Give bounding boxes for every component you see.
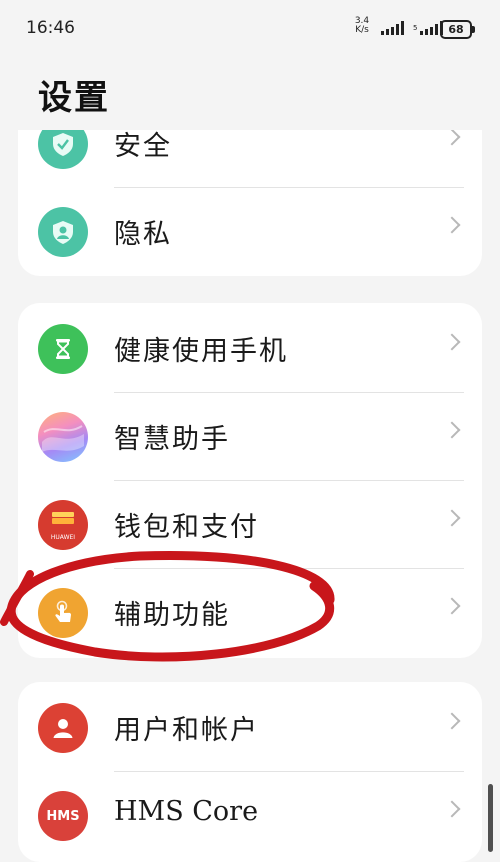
status-time: 16:46 (26, 18, 75, 38)
hms-badge: HMS (46, 808, 80, 824)
wallet-icon: HUAWEI (38, 500, 88, 550)
signal-strength-icon (381, 21, 404, 35)
settings-item-users-accounts[interactable]: 用户和帐户 (18, 684, 482, 772)
settings-item-label: 隐私 (114, 219, 172, 250)
settings-item-smart-assistant[interactable]: 智慧助手 (18, 393, 482, 481)
chevron-right-icon (443, 128, 461, 146)
hand-tap-icon (38, 588, 88, 638)
battery-icon: 68 (440, 20, 475, 39)
chevron-right-icon (443, 800, 461, 818)
signal-sim-label: 5 (413, 24, 418, 32)
privacy-shield-icon (38, 207, 88, 257)
status-bar: 16:46 3.4 K/s 5 68 (0, 0, 500, 58)
network-speed: 3.4 K/s (352, 17, 372, 35)
settings-item-wallet-payment[interactable]: HUAWEI 钱包和支付 (18, 481, 482, 569)
settings-item-label: 辅助功能 (114, 600, 230, 631)
user-icon (38, 703, 88, 753)
chevron-right-icon (443, 509, 461, 527)
signal-strength-2-icon: 5 (413, 21, 444, 35)
page-title: 设置 (38, 78, 110, 118)
settings-group-services: 健康使用手机 智慧助手 HUAWEI 钱包和支付 辅助功能 (18, 303, 482, 658)
chevron-right-icon (443, 421, 461, 439)
hourglass-icon (38, 324, 88, 374)
chevron-right-icon (443, 216, 461, 234)
settings-item-label: 用户和帐户 (114, 715, 259, 746)
settings-item-label: 智慧助手 (114, 424, 230, 455)
hms-icon: HMS (38, 791, 88, 841)
settings-group-accounts: 用户和帐户 HMS HMS Core (18, 682, 482, 862)
settings-item-digital-balance[interactable]: 健康使用手机 (18, 305, 482, 393)
wallet-badge: HUAWEI (50, 534, 76, 541)
chevron-right-icon (443, 597, 461, 615)
settings-item-label: 健康使用手机 (114, 336, 288, 367)
chevron-right-icon (443, 712, 461, 730)
settings-item-accessibility[interactable]: 辅助功能 (18, 569, 482, 657)
settings-item-label: 钱包和支付 (114, 512, 259, 543)
network-speed-unit: K/s (355, 25, 369, 35)
settings-item-label: HMS Core (114, 796, 259, 827)
settings-item-hms-core[interactable]: HMS HMS Core (18, 772, 482, 860)
assistant-orb-icon (38, 412, 88, 462)
scrollbar-thumb[interactable] (488, 784, 493, 852)
settings-item-privacy[interactable]: 隐私 (18, 188, 482, 276)
chevron-right-icon (443, 333, 461, 351)
